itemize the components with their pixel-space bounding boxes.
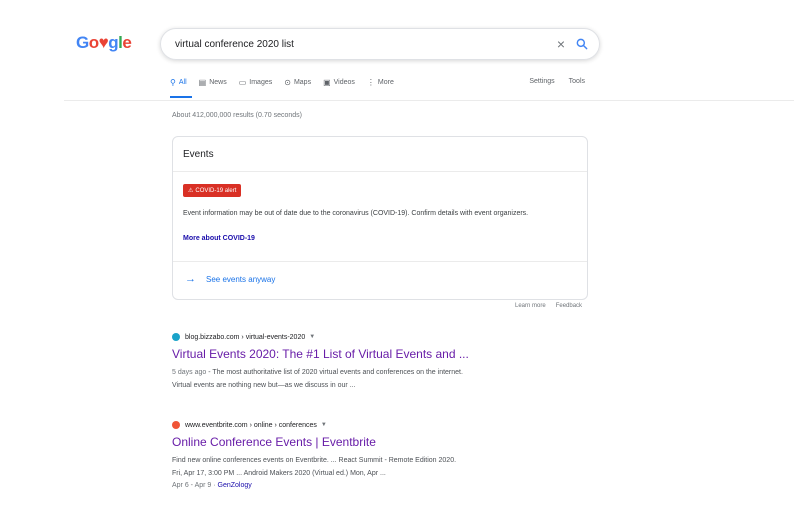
sitelink-genzology[interactable]: GenZology — [218, 482, 252, 489]
tab-more[interactable]: ⋮ More — [367, 78, 394, 87]
tab-tools-label: Tools — [568, 78, 585, 85]
search-tabs: ⚲ All ▤ News ▭ Images ⊙ Maps ▣ Videos ⋮ … — [170, 78, 585, 100]
news-icon: ▤ — [198, 78, 207, 87]
search-icon: ⚲ — [170, 78, 176, 87]
feedback-link[interactable]: Feedback — [556, 303, 582, 309]
tab-news[interactable]: ▤ News — [199, 78, 227, 87]
result-snippet: 5 days ago - The most authoritative list… — [172, 366, 592, 392]
search-result: blog.bizzabo.com › virtual-events-2020 ▼… — [172, 331, 592, 392]
clear-icon[interactable]: × — [557, 37, 565, 51]
google-logo[interactable]: Go♥gle — [76, 33, 132, 53]
image-icon: ▭ — [238, 78, 247, 87]
learn-more-link[interactable]: Learn more — [515, 303, 546, 309]
result-cite[interactable]: www.eventbrite.com › online › conference… — [172, 419, 592, 431]
dropdown-arrow-icon[interactable]: ▼ — [321, 422, 327, 428]
tab-news-label: News — [209, 79, 227, 86]
tab-maps[interactable]: ⊙ Maps — [284, 78, 311, 87]
card-footer: Learn more Feedback — [505, 303, 582, 309]
active-tab-indicator — [170, 96, 192, 98]
events-card-title: Events — [183, 149, 214, 160]
see-events-label: See events anyway — [206, 274, 276, 284]
more-vert-icon: ⋮ — [366, 78, 375, 87]
snippet-line: - The most authoritative list of 2020 vi… — [206, 369, 463, 376]
snippet-line: Find new online conferences events on Ev… — [172, 457, 457, 464]
snippet-line: Fri, Apr 17, 3:00 PM ... Android Makers … — [172, 470, 386, 477]
covid-alert-badge: ⚠ COVID-19 alert — [183, 184, 242, 197]
result-url: blog.bizzabo.com › virtual-events-2020 — [185, 333, 306, 341]
tab-images-label: Images — [249, 79, 273, 86]
tab-tools[interactable]: Tools — [569, 78, 585, 85]
search-input[interactable] — [175, 38, 557, 50]
warning-icon: ⚠ — [188, 188, 194, 194]
favicon-icon — [172, 421, 180, 429]
search-result: www.eventbrite.com › online › conference… — [172, 419, 592, 489]
tab-images[interactable]: ▭ Images — [239, 78, 273, 87]
search-icon[interactable] — [575, 37, 589, 51]
arrow-right-icon: → — [185, 273, 196, 285]
result-title-link[interactable]: Online Conference Events | Eventbrite — [172, 435, 592, 449]
tab-more-label: More — [377, 79, 394, 86]
dropdown-arrow-icon[interactable]: ▼ — [309, 334, 315, 340]
card-divider — [173, 171, 587, 172]
result-sitelinks: Apr 6 - Apr 9 · GenZology — [172, 482, 252, 489]
tab-maps-label: Maps — [293, 79, 312, 86]
snippet-line: Virtual events are nothing new but—as we… — [172, 382, 356, 389]
tab-all[interactable]: ⚲ All — [170, 78, 187, 87]
card-divider — [173, 261, 587, 262]
result-stats: About 412,000,000 results (0.70 seconds) — [172, 112, 302, 119]
result-cite[interactable]: blog.bizzabo.com › virtual-events-2020 ▼ — [172, 331, 592, 343]
see-events-anyway-button[interactable]: → See events anyway — [185, 273, 275, 285]
events-card: Events ⚠ COVID-19 alert Event informatio… — [172, 136, 588, 300]
tab-settings-label: Settings — [529, 78, 555, 85]
sitelink-date: Apr 6 - Apr 9 — [172, 482, 212, 489]
map-pin-icon: ⊙ — [284, 78, 291, 87]
search-box: × — [160, 28, 600, 60]
more-about-covid-link[interactable]: More about COVID-19 — [183, 235, 255, 242]
video-icon: ▣ — [323, 78, 331, 87]
result-url: www.eventbrite.com › online › conference… — [185, 421, 317, 429]
favicon-icon — [172, 333, 180, 341]
result-date: 5 days ago — [172, 369, 207, 376]
tab-videos-label: Videos — [333, 79, 355, 86]
tab-settings[interactable]: Settings — [529, 78, 554, 85]
result-snippet: Find new online conferences events on Ev… — [172, 454, 592, 480]
covid-alert-label: COVID-19 alert — [195, 187, 237, 194]
header-divider — [64, 100, 794, 101]
tab-all-label: All — [178, 79, 187, 86]
covid-message: Event information may be out of date due… — [183, 210, 529, 217]
result-title-link[interactable]: Virtual Events 2020: The #1 List of Virt… — [172, 347, 592, 361]
tab-videos[interactable]: ▣ Videos — [323, 78, 355, 87]
